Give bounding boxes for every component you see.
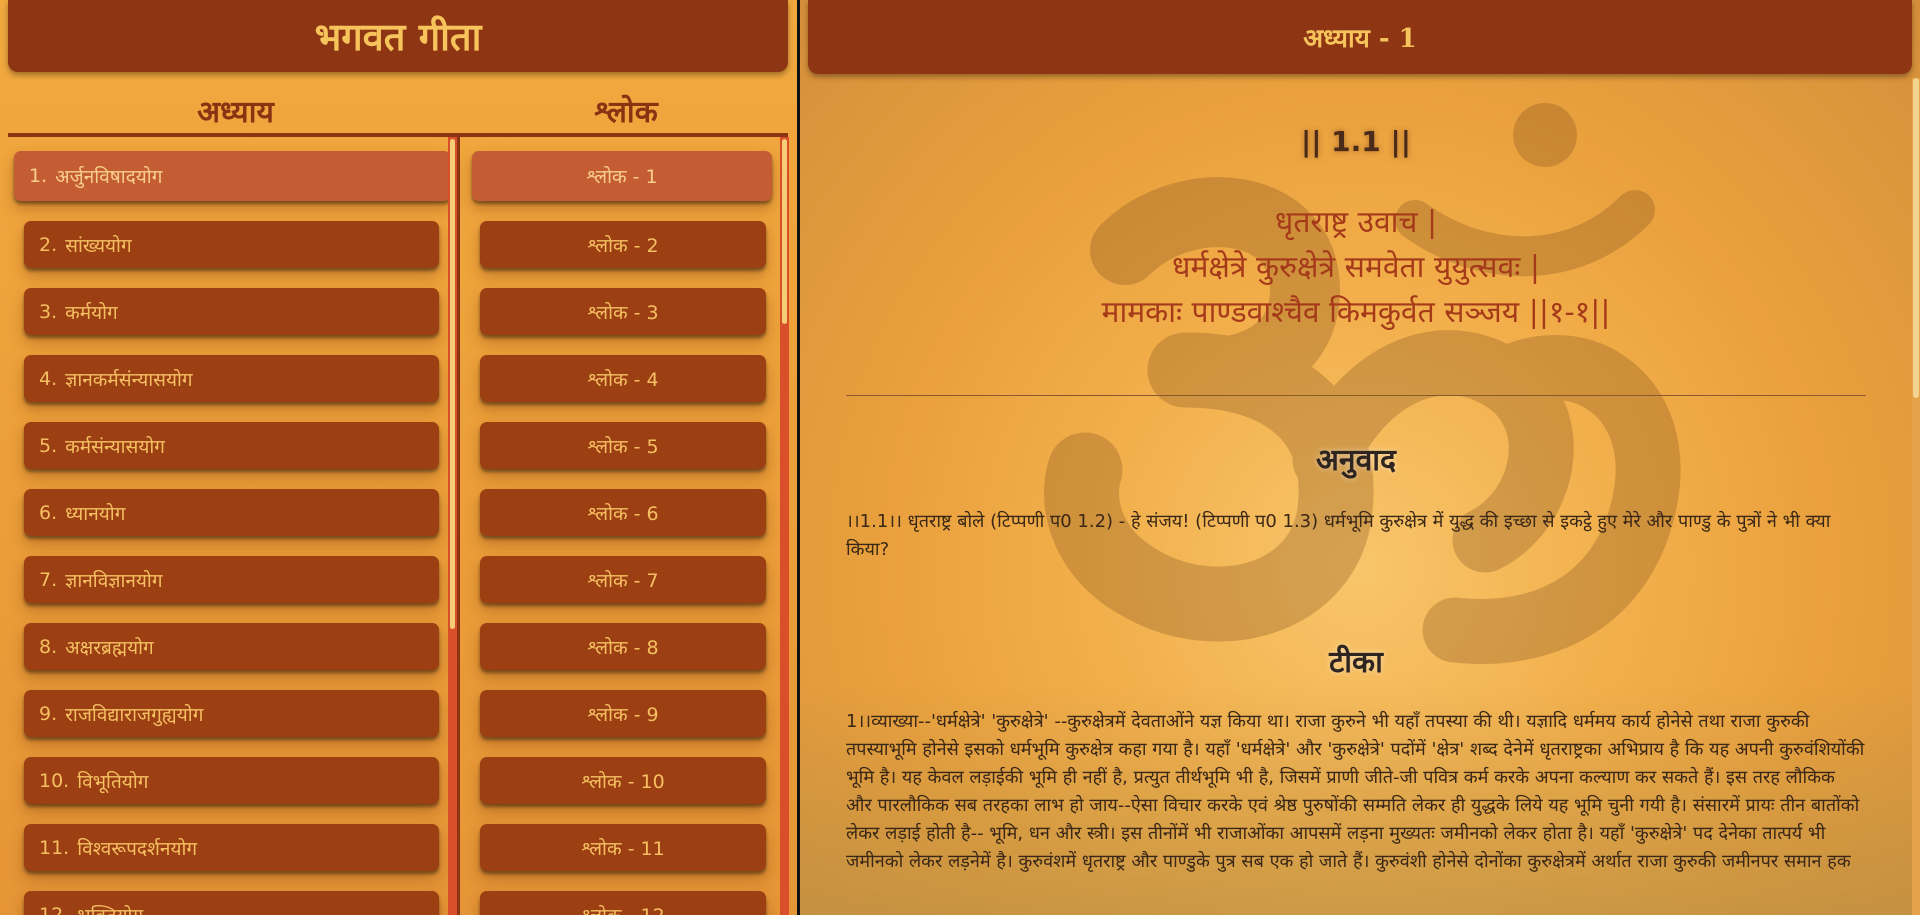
chapter-title: अध्याय - 1 <box>1303 24 1417 54</box>
chapter-name: ज्ञानविज्ञानयोग <box>65 569 163 592</box>
chapter-item[interactable]: 7. ज्ञानविज्ञानयोग <box>24 556 439 603</box>
scrollbar-thumb[interactable] <box>782 139 787 324</box>
chapter-column-heading: अध्याय <box>197 94 274 130</box>
chapter-name: ज्ञानकर्मसंन्यासयोग <box>65 368 193 391</box>
chapter-number: 7. <box>39 568 58 591</box>
chapter-item[interactable]: 10. विभूतियोग <box>24 757 439 804</box>
shloka-item[interactable]: श्लोक - 9 <box>480 690 766 737</box>
chapter-name: भक्तियोग <box>77 902 143 915</box>
chapter-name: ध्यानयोग <box>65 502 126 525</box>
chapter-item[interactable]: 1. अर्जुनविषादयोग <box>14 151 451 201</box>
chapter-number: 12. <box>39 903 70 915</box>
shloka-line: मामकाः पाण्डवाश्चैव किमकुर्वत सञ्जय ||१-… <box>1101 295 1611 330</box>
chapter-item[interactable]: 4. ज्ञानकर्मसंन्यासयोग <box>24 355 439 402</box>
chapter-number: 2. <box>39 233 58 256</box>
chapter-header: अध्याय - 1 <box>808 0 1912 74</box>
sanskrit-shloka: धृतराष्ट्र उवाच | धर्मक्षेत्रे कुरुक्षेत… <box>846 200 1866 335</box>
shloka-item[interactable]: श्लोक - 10 <box>480 757 766 804</box>
chapter-number: 8. <box>39 635 58 658</box>
chapter-item[interactable]: 6. ध्यानयोग <box>24 489 439 536</box>
chapter-item[interactable]: 12. भक्तियोग <box>24 891 439 915</box>
chapter-number: 3. <box>39 300 58 323</box>
scrollbar-thumb[interactable] <box>1913 78 1919 398</box>
chapter-number: 10. <box>39 769 70 792</box>
shloka-list-scrollbar[interactable] <box>780 137 789 915</box>
chapter-name: कर्मयोग <box>65 301 118 324</box>
commentary-text: 1।।व्याख्या--'धर्मक्षेत्रे' 'कुरुक्षेत्र… <box>846 711 1865 872</box>
chapter-item[interactable]: 9. राजविद्याराजगुह्ययोग <box>24 690 439 737</box>
chapter-name: कर्मसंन्यासयोग <box>65 435 165 458</box>
chapter-name: विश्वरूपदर्शनयोग <box>77 837 198 860</box>
chapter-item[interactable]: 2. सांख्ययोग <box>24 221 439 268</box>
translation-heading: अनुवाद <box>1316 443 1396 478</box>
commentary-heading: टीका <box>1329 645 1383 680</box>
column-divider <box>457 137 460 915</box>
chapter-number: 6. <box>39 501 58 524</box>
chapter-name: राजविद्याराजगुह्ययोग <box>65 703 204 726</box>
chapter-name: सांख्ययोग <box>65 234 132 257</box>
reader-scrollbar[interactable] <box>1912 78 1920 915</box>
shloka-item[interactable]: श्लोक - 2 <box>480 221 766 268</box>
shloka-item[interactable]: श्लोक - 4 <box>480 355 766 402</box>
app-header: भगवत गीता <box>8 0 788 72</box>
shloka-item[interactable]: श्लोक - 8 <box>480 623 766 670</box>
shloka-line: धर्मक्षेत्रे कुरुक्षेत्रे समवेता युयुत्स… <box>1172 250 1540 285</box>
shloka-item[interactable]: श्लोक - 12 <box>480 891 766 915</box>
shloka-item[interactable]: श्लोक - 7 <box>480 556 766 603</box>
chapter-list-scrollbar[interactable] <box>448 137 457 915</box>
chapter-item[interactable]: 5. कर्मसंन्यासयोग <box>24 422 439 469</box>
verse-number: || 1.1 || <box>1300 125 1411 158</box>
shloka-column-heading: श्लोक <box>594 94 658 130</box>
chapter-number: 4. <box>39 367 58 390</box>
chapter-item[interactable]: 8. अक्षरब्रह्मयोग <box>24 623 439 670</box>
chapter-number: 9. <box>39 702 58 725</box>
translation-text: ।।1.1।। धृतराष्ट्र बोले (टिप्पणी प0 1.2)… <box>846 511 1831 560</box>
shloka-item[interactable]: श्लोक - 6 <box>480 489 766 536</box>
shloka-item[interactable]: श्लोक - 11 <box>480 824 766 871</box>
chapter-number: 11. <box>39 836 70 859</box>
chapter-item[interactable]: 3. कर्मयोग <box>24 288 439 335</box>
chapter-number: 5. <box>39 434 58 457</box>
shloka-item[interactable]: श्लोक - 3 <box>480 288 766 335</box>
scrollbar-thumb[interactable] <box>450 139 455 629</box>
section-divider <box>846 395 1866 396</box>
shloka-item[interactable]: श्लोक - 1 <box>472 151 772 201</box>
navigation-panel: भगवत गीता अध्याय श्लोक 1. अर्जुनविषादयोग 2… <box>0 0 797 915</box>
shloka-line: धृतराष्ट्र उवाच | <box>1274 205 1438 240</box>
chapter-name: अर्जुनविषादयोग <box>55 166 163 188</box>
reader-panel: अध्याय - 1 || 1.1 || धृतराष्ट्र उवाच | ध… <box>800 0 1920 915</box>
heading-rule <box>8 133 788 137</box>
chapter-name: विभूतियोग <box>77 770 149 793</box>
chapter-item[interactable]: 11. विश्वरूपदर्शनयोग <box>24 824 439 871</box>
chapter-name: अक्षरब्रह्मयोग <box>65 636 154 659</box>
shloka-item[interactable]: श्लोक - 5 <box>480 422 766 469</box>
app-title: भगवत गीता <box>314 14 482 59</box>
chapter-number: 1. <box>29 165 48 187</box>
